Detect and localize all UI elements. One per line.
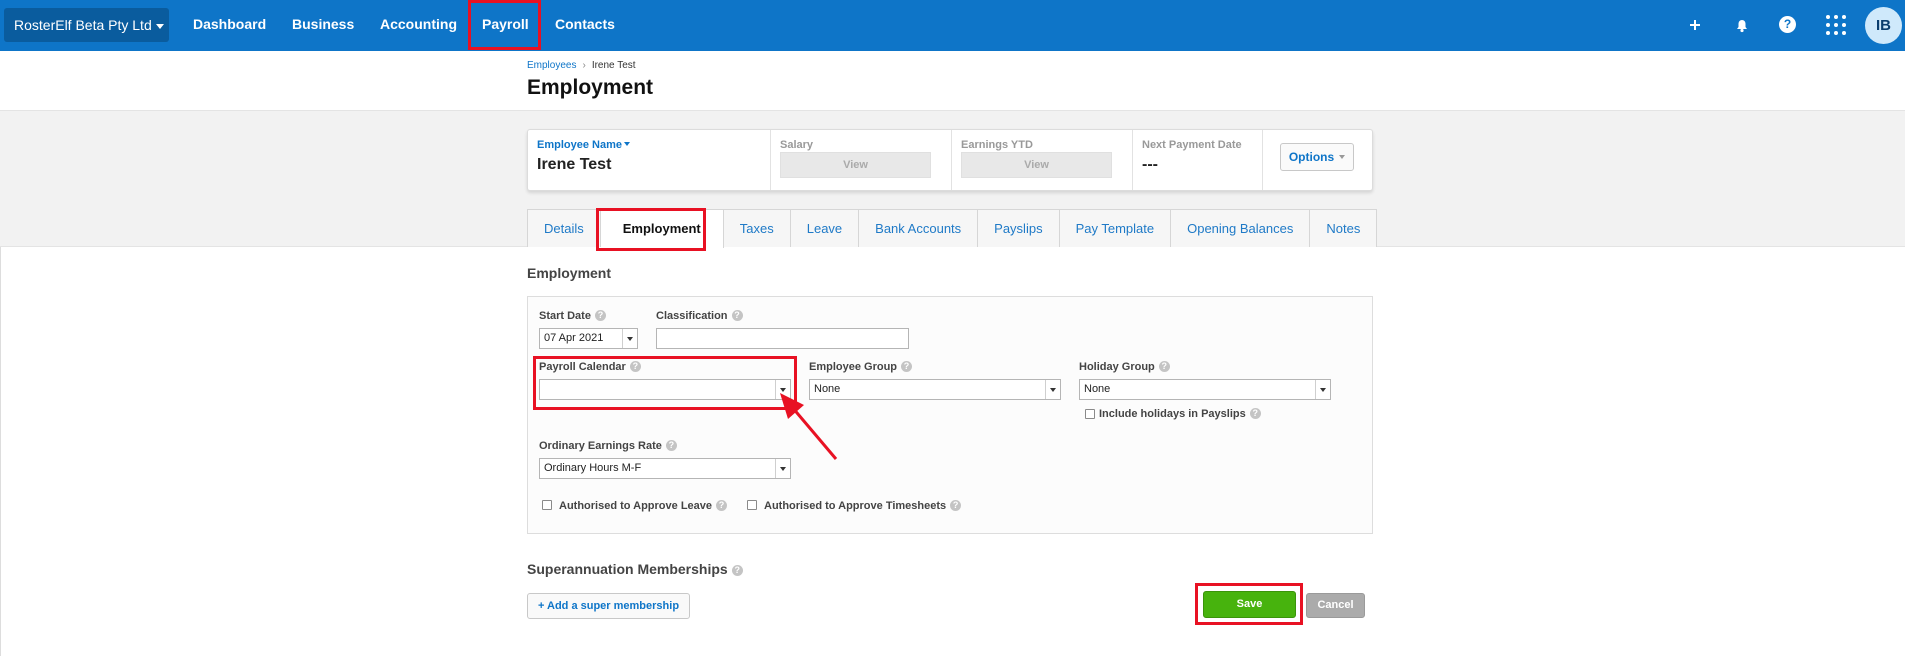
breadcrumb-current: Irene Test [591, 60, 636, 71]
caret-down-icon [1339, 155, 1346, 159]
approve-timesheets-label: Authorised to Approve Timesheets? [764, 500, 962, 512]
payroll-highlight-annotation [468, 0, 541, 50]
breadcrumb: Employees › Irene Test [527, 60, 636, 71]
top-navigation-bar: RosterElf Beta Pty Ltd Dashboard Busines… [0, 0, 1905, 51]
help-icon[interactable]: ? [731, 310, 743, 321]
left-border [0, 247, 1, 656]
help-icon[interactable]: ? [950, 500, 962, 511]
tab-notes[interactable]: Notes [1310, 210, 1377, 247]
ordinary-earnings-rate-select[interactable]: Ordinary Hours M-F [539, 458, 791, 479]
cancel-button[interactable]: Cancel [1306, 593, 1365, 618]
breadcrumb-separator: › [582, 60, 586, 71]
plus-icon[interactable] [1684, 14, 1706, 36]
earnings-view-button[interactable]: View [961, 152, 1112, 178]
nav-dashboard[interactable]: Dashboard [193, 0, 266, 51]
help-icon[interactable]: ? [731, 565, 743, 576]
tab-pay-template[interactable]: Pay Template [1059, 210, 1172, 247]
start-date-label: Start Date? [539, 310, 606, 322]
salary-label: Salary [780, 139, 814, 151]
approve-timesheets-checkbox[interactable] [747, 500, 757, 510]
organisation-name: RosterElf Beta Pty Ltd [14, 17, 152, 33]
help-icon[interactable]: ? [665, 440, 677, 451]
caret-down-icon [623, 142, 630, 146]
add-super-membership-button[interactable]: + Add a super membership [527, 593, 690, 619]
tab-details[interactable]: Details [528, 210, 601, 247]
employment-form: Start Date? 07 Apr 2021 Classification? … [527, 296, 1373, 534]
tab-taxes[interactable]: Taxes [723, 210, 791, 247]
employment-section-title: Employment [527, 265, 612, 281]
approve-leave-checkbox[interactable] [542, 500, 552, 510]
app-grid-icon[interactable] [1826, 15, 1846, 35]
employee-name-cell: Employee Name Irene Test [528, 130, 771, 190]
help-icon[interactable]: ? [1779, 16, 1796, 33]
employee-name-dropdown[interactable]: Employee Name [537, 139, 630, 151]
chevron-down-icon[interactable] [1315, 380, 1330, 399]
classification-label: Classification? [656, 310, 743, 322]
caret-down-icon [155, 23, 164, 29]
approve-leave-label: Authorised to Approve Leave? [559, 500, 728, 512]
salary-view-button[interactable]: View [780, 152, 931, 178]
bell-icon[interactable] [1731, 14, 1753, 36]
classification-input[interactable] [656, 328, 909, 349]
employee-group-label: Employee Group? [809, 361, 913, 373]
breadcrumb-employees-link[interactable]: Employees [527, 60, 576, 71]
start-date-picker[interactable]: 07 Apr 2021 [539, 328, 638, 349]
employee-group-select[interactable]: None [809, 379, 1061, 400]
annotation-arrow-icon [780, 393, 838, 460]
nav-contacts[interactable]: Contacts [555, 0, 615, 51]
next-payment-label: Next Payment Date [1142, 139, 1242, 151]
employee-summary-card: Employee Name Irene Test Salary View Ear… [527, 129, 1373, 191]
help-icon[interactable]: ? [716, 500, 728, 511]
holiday-group-label: Holiday Group? [1079, 361, 1170, 373]
tab-payslips[interactable]: Payslips [978, 210, 1060, 247]
chevron-down-icon[interactable] [1045, 380, 1060, 399]
help-icon[interactable]: ? [1249, 408, 1261, 419]
nav-business[interactable]: Business [292, 0, 354, 51]
save-button[interactable]: Save [1203, 591, 1296, 618]
tab-leave[interactable]: Leave [790, 210, 860, 247]
help-icon[interactable]: ? [901, 361, 913, 372]
help-icon[interactable]: ? [594, 310, 606, 321]
employment-tab-highlight-annotation [596, 208, 706, 251]
include-holidays-label: Include holidays in Payslips? [1099, 408, 1261, 420]
user-avatar[interactable]: IB [1865, 7, 1902, 44]
employee-name-value: Irene Test [537, 156, 612, 173]
tab-bank-accounts[interactable]: Bank Accounts [859, 210, 979, 247]
holiday-group-select[interactable]: None [1079, 379, 1331, 400]
payroll-calendar-highlight-annotation [533, 356, 797, 410]
help-icon[interactable]: ? [1158, 361, 1170, 372]
include-holidays-checkbox[interactable] [1085, 409, 1095, 419]
superannuation-title: Superannuation Memberships? [527, 561, 743, 577]
nav-accounting[interactable]: Accounting [380, 0, 457, 51]
page-title: Employment [527, 76, 654, 99]
chevron-down-icon[interactable] [622, 329, 637, 348]
ordinary-earnings-rate-label: Ordinary Earnings Rate? [539, 440, 677, 452]
options-cell: Options [1263, 130, 1372, 190]
next-payment-cell: Next Payment Date --- [1133, 130, 1263, 190]
organisation-switcher[interactable]: RosterElf Beta Pty Ltd [4, 8, 169, 42]
earnings-ytd-cell: Earnings YTD View [952, 130, 1133, 190]
earnings-ytd-label: Earnings YTD [961, 139, 1033, 151]
next-payment-value: --- [1142, 156, 1158, 173]
salary-cell: Salary View [771, 130, 952, 190]
tab-opening-balances[interactable]: Opening Balances [1171, 210, 1311, 247]
options-button[interactable]: Options [1280, 143, 1354, 171]
